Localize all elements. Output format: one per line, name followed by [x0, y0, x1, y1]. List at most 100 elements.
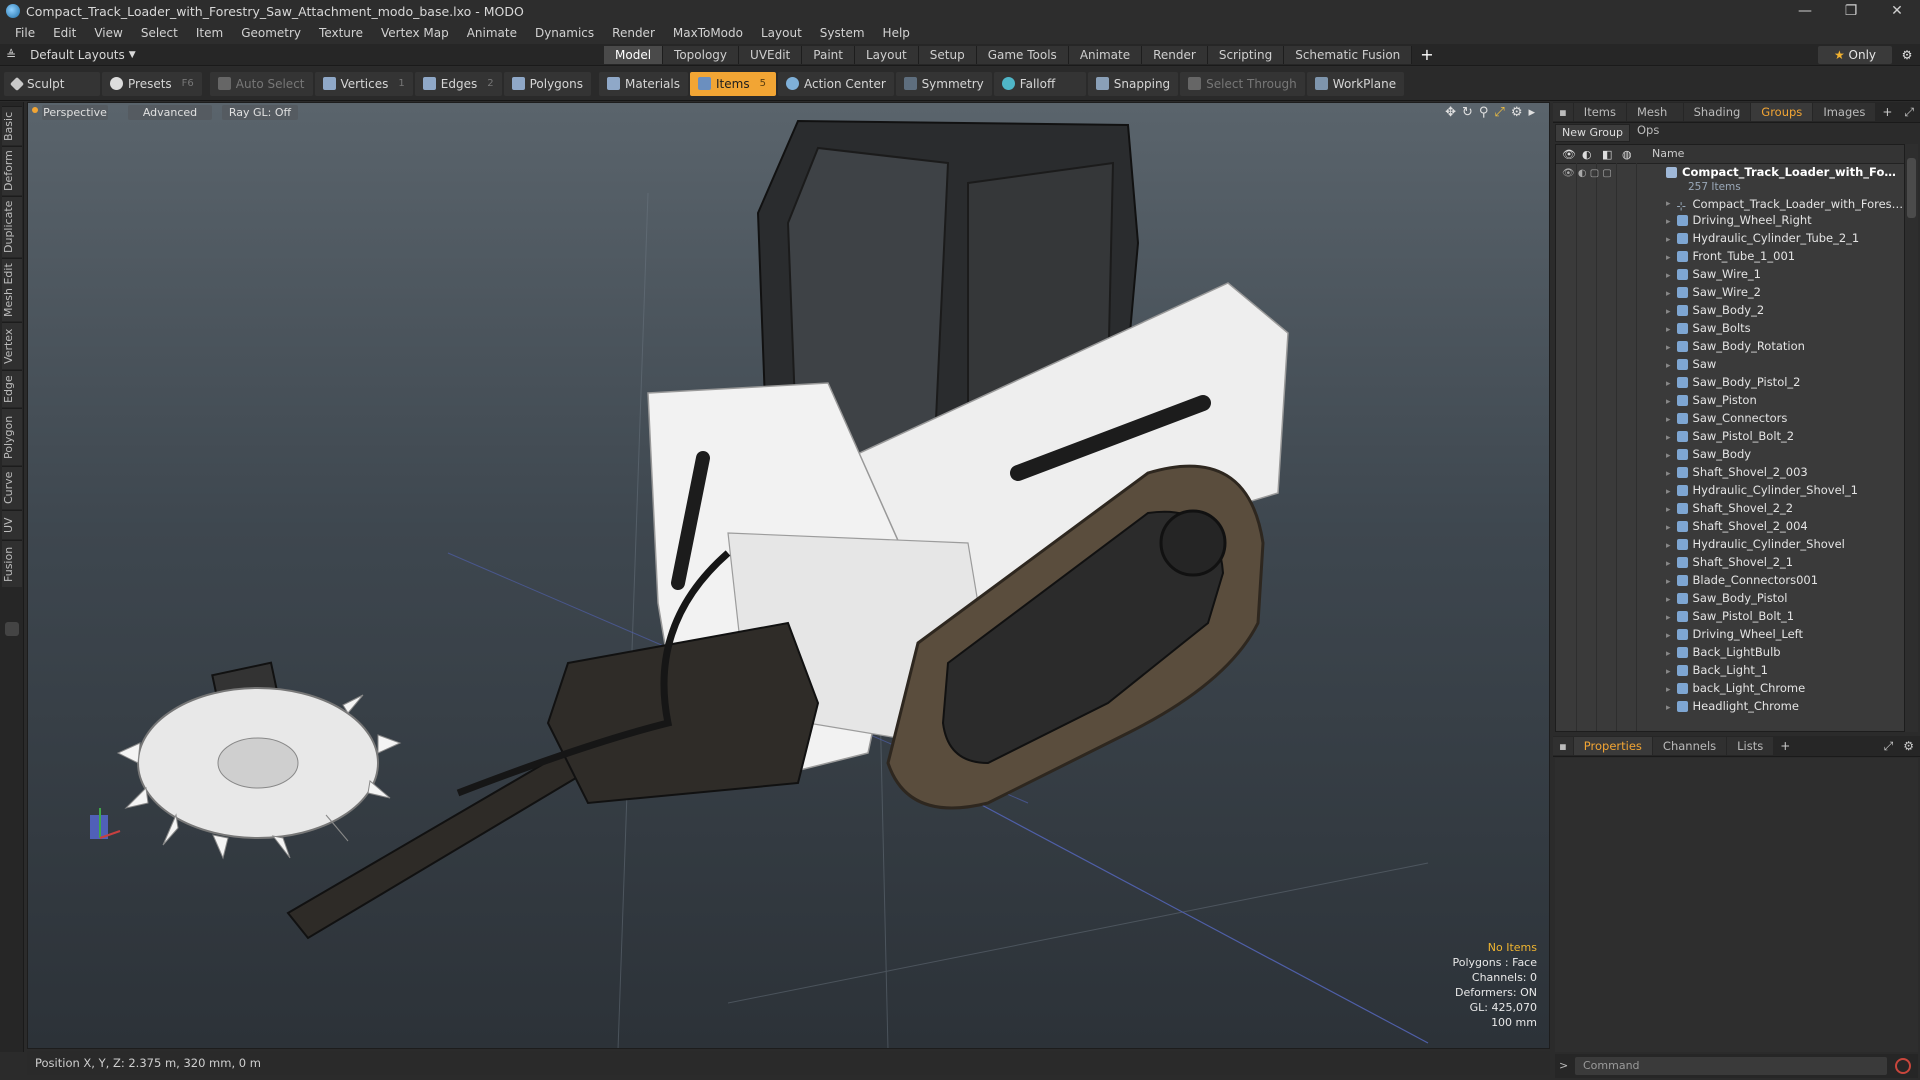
command-input[interactable]: Command — [1575, 1057, 1887, 1075]
tab-scripting[interactable]: Scripting — [1207, 46, 1285, 64]
list-item[interactable]: ▸ Driving_Wheel_Right — [1556, 211, 1904, 229]
expand-arrow-icon[interactable]: ▸ — [1666, 325, 1671, 335]
tab-uv[interactable]: UV — [2, 510, 22, 539]
action-center-button[interactable]: Action Center — [778, 71, 894, 96]
list-item[interactable]: ▸ Saw_Body — [1556, 445, 1904, 463]
close-button[interactable]: ✕ — [1874, 0, 1920, 22]
list-item[interactable]: ▸ back_Light_Chrome — [1556, 679, 1904, 697]
tab-uvedit[interactable]: UVEdit — [739, 46, 803, 64]
expand-arrow-icon[interactable]: ▸ — [1666, 217, 1671, 227]
minimize-button[interactable]: — — [1782, 0, 1828, 22]
tab-lists[interactable]: Lists — [1727, 737, 1774, 755]
layouts-dropdown[interactable]: ≜ Default Layouts ▼ — [6, 44, 136, 66]
menu-layout[interactable]: Layout — [752, 22, 811, 44]
expand-arrow-icon[interactable]: ▸ — [1666, 343, 1671, 353]
list-item[interactable]: ▸ Saw_Body_Pistol — [1556, 589, 1904, 607]
expand-arrow-icon[interactable]: ▸ — [1666, 397, 1671, 407]
expand-arrow-icon[interactable]: ▸ — [1666, 613, 1671, 623]
tab-shading[interactable]: Shading — [1683, 103, 1751, 121]
restore-button[interactable]: ❐ — [1828, 0, 1874, 22]
expand-arrow-icon[interactable]: ▸ — [1666, 379, 1671, 389]
expand-arrow-icon[interactable]: ▸ — [1666, 541, 1671, 551]
list-item[interactable]: ▸ Front_Tube_1_001 — [1556, 247, 1904, 265]
list-item[interactable]: ▸ Saw — [1556, 355, 1904, 373]
expand-arrow-icon[interactable]: ▸ — [1666, 631, 1671, 641]
tab-duplicate[interactable]: Duplicate — [2, 196, 22, 257]
edges-button[interactable]: Edges 2 — [414, 71, 502, 96]
expand-arrow-icon[interactable]: ▸ — [1666, 433, 1671, 443]
expand-arrow-icon[interactable]: ▸ — [1666, 361, 1671, 371]
menu-geometry[interactable]: Geometry — [232, 22, 310, 44]
menu-dynamics[interactable]: Dynamics — [526, 22, 603, 44]
panel-menu-icon[interactable]: ▪ — [1553, 737, 1573, 755]
expand-arrow-icon[interactable]: ▸ — [1666, 415, 1671, 425]
only-toggle[interactable]: ★ Only — [1818, 46, 1892, 64]
tab-animate[interactable]: Animate — [1068, 46, 1143, 64]
tab-mesh-ops[interactable]: Mesh Ops — [1626, 103, 1683, 137]
list-item[interactable]: ▸ Saw_Piston — [1556, 391, 1904, 409]
menu-vertex-map[interactable]: Vertex Map — [372, 22, 458, 44]
tab-vertex[interactable]: Vertex — [2, 322, 22, 369]
select-column-icon[interactable]: ◍ — [1622, 148, 1632, 161]
menu-help[interactable]: Help — [874, 22, 919, 44]
snapping-button[interactable]: Snapping — [1087, 71, 1179, 96]
add-panel-tab-button[interactable]: + — [1876, 105, 1898, 119]
menu-view[interactable]: View — [85, 22, 131, 44]
materials-button[interactable]: Materials — [598, 71, 688, 96]
panel-settings-icon[interactable]: ⚙ — [1897, 739, 1920, 753]
menu-system[interactable]: System — [811, 22, 874, 44]
tab-model[interactable]: Model — [604, 46, 664, 64]
tree-scrollbar[interactable] — [1905, 144, 1918, 732]
expand-arrow-icon[interactable]: ▸ — [1666, 667, 1671, 677]
menu-file[interactable]: File — [6, 22, 44, 44]
list-item[interactable]: ▸ Hydraulic_Cylinder_Shovel — [1556, 535, 1904, 553]
tab-mesh-edit[interactable]: Mesh Edit — [2, 258, 22, 321]
expand-arrow-icon[interactable]: ▸ — [1666, 505, 1671, 515]
expand-arrow-icon[interactable]: ▸ — [1666, 703, 1671, 713]
tree-root-group[interactable]: 👁 ◐ ▢ ▢ Compact_Track_Loader_with_Forest… — [1556, 163, 1904, 193]
menu-render[interactable]: Render — [603, 22, 664, 44]
expand-arrow-icon[interactable]: ▸ — [1666, 649, 1671, 659]
sculpt-button[interactable]: Sculpt — [4, 71, 100, 96]
expand-arrow-icon[interactable]: ▸ — [1666, 451, 1671, 461]
tab-schematic-fusion[interactable]: Schematic Fusion — [1284, 46, 1413, 64]
auto-select-button[interactable]: Auto Select — [209, 71, 313, 96]
items-button[interactable]: Items 5 — [690, 71, 776, 96]
list-item[interactable]: ▸ Saw_Pistol_Bolt_1 — [1556, 607, 1904, 625]
tab-channels[interactable]: Channels — [1652, 737, 1727, 755]
list-item[interactable]: ▸ Saw_Wire_1 — [1556, 265, 1904, 283]
expand-arrow-icon[interactable]: ▸ — [1666, 685, 1671, 695]
expand-arrow-icon[interactable]: ▸ — [1666, 307, 1671, 317]
presets-button[interactable]: Presets F6 — [102, 71, 202, 96]
expand-arrow-icon[interactable]: ▸ — [1666, 253, 1671, 263]
expand-arrow-icon[interactable]: ▸ — [1666, 235, 1671, 245]
list-item[interactable]: ▸ Shaft_Shovel_2_003 — [1556, 463, 1904, 481]
list-item[interactable]: ▸ Headlight_Chrome — [1556, 697, 1904, 715]
tab-curve[interactable]: Curve — [2, 466, 22, 509]
tab-paint[interactable]: Paint — [802, 46, 855, 64]
list-item[interactable]: ▸⊹Compact_Track_Loader_with_Forestry_Saw… — [1556, 193, 1904, 213]
tab-deform[interactable]: Deform — [2, 146, 22, 195]
tab-render[interactable]: Render — [1142, 46, 1208, 64]
tab-layout[interactable]: Layout — [854, 46, 919, 64]
symmetry-button[interactable]: Symmetry — [895, 71, 992, 96]
add-panel-tab-button[interactable]: + — [1774, 739, 1796, 753]
polygons-button[interactable]: Polygons — [503, 71, 591, 96]
list-item[interactable]: ▸ Blade_Connectors001 — [1556, 571, 1904, 589]
list-item[interactable]: ▸ Saw_Connectors — [1556, 409, 1904, 427]
menu-texture[interactable]: Texture — [310, 22, 372, 44]
name-column-header[interactable]: Name — [1652, 145, 1684, 163]
3d-viewport[interactable]: Perspective Advanced Ray GL: Off ✥ ↻ ⚲ ⤢… — [27, 102, 1550, 1049]
list-item[interactable]: ▸ Back_Light_1 — [1556, 661, 1904, 679]
list-item[interactable]: ▸ Shaft_Shovel_2_1 — [1556, 553, 1904, 571]
list-item[interactable]: ▸ Driving_Wheel_Left — [1556, 625, 1904, 643]
render-column-icon[interactable]: ◐ — [1582, 148, 1592, 161]
new-group-button[interactable]: New Group — [1555, 124, 1630, 142]
tab-items[interactable]: Items — [1573, 103, 1626, 121]
select-through-button[interactable]: Select Through — [1180, 71, 1305, 96]
menu-maxtomodo[interactable]: MaxToModo — [664, 22, 752, 44]
expand-arrow-icon[interactable]: ▸ — [1666, 469, 1671, 479]
list-item[interactable]: ▸ Saw_Body_Pistol_2 — [1556, 373, 1904, 391]
tab-groups[interactable]: Groups — [1751, 103, 1813, 121]
menu-animate[interactable]: Animate — [458, 22, 526, 44]
